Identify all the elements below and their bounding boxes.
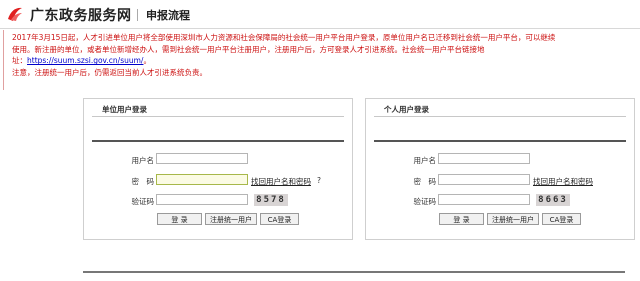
login-button[interactable]: 登 录 <box>439 213 484 225</box>
password-label: 密 码 <box>131 177 155 186</box>
password-input[interactable] <box>156 174 248 185</box>
panel-title: 个人用户登录 <box>384 105 429 114</box>
username-label: 用户名 <box>413 156 437 165</box>
forgot-suffix: ? <box>317 176 321 185</box>
forgot-credentials-link[interactable]: 找回用户名和密码 <box>533 176 593 187</box>
notice-line: 址：https://suum.szsi.gov.cn/suum/。 <box>12 55 632 67</box>
captcha-image[interactable]: 8578 <box>254 194 288 206</box>
header-divider <box>137 9 138 21</box>
panel-divider <box>374 140 626 142</box>
password-input[interactable] <box>438 174 530 185</box>
captcha-image[interactable]: 8663 <box>536 194 570 206</box>
forgot-credentials-link[interactable]: 找回用户名和密码 <box>251 176 311 187</box>
notice-line: 使用。新注册的单位，或者单位新增经办人，需到社会统一用户平台注册用户，注册用户后… <box>12 44 485 54</box>
captcha-input[interactable] <box>438 194 530 205</box>
username-input[interactable] <box>438 153 530 164</box>
panel-divider <box>92 116 344 117</box>
register-button[interactable]: 注册统一用户 <box>487 213 539 225</box>
register-button[interactable]: 注册统一用户 <box>205 213 257 225</box>
panel-divider <box>92 140 344 142</box>
password-label: 密 码 <box>413 177 437 186</box>
notice-side-rule <box>3 30 4 90</box>
suum-link[interactable]: https://suum.szsi.gov.cn/suum/ <box>27 56 143 65</box>
site-name[interactable]: 广东政务服务网 <box>30 5 132 25</box>
notice-line: 注意，注册统一用户后，仍需返回当前人才引进系统负责。 <box>12 67 207 77</box>
unit-login-panel: 单位用户登录 用户名 密 码 找回用户名和密码 ? 验证码 8578 登 录 注… <box>83 98 353 240</box>
logo-icon <box>8 7 22 21</box>
notice-line: 2017年3月15日起，人才引进单位用户将全部使用深圳市人力资源和社会保障局的社… <box>12 33 556 42</box>
notice-url-suffix: 。 <box>143 56 151 66</box>
notice-text: 2017年3月15日起，人才引进单位用户将全部使用深圳市人力资源和社会保障局的社… <box>12 32 632 78</box>
notice-url-prefix: 址： <box>12 56 27 66</box>
site-header: 广东政务服务网 申报流程 <box>0 0 640 28</box>
panel-divider <box>374 116 626 117</box>
login-button[interactable]: 登 录 <box>157 213 202 225</box>
username-input[interactable] <box>156 153 248 164</box>
ca-login-button[interactable]: CA登录 <box>542 213 581 225</box>
panel-title: 单位用户登录 <box>102 105 147 114</box>
username-label: 用户名 <box>131 156 155 165</box>
header-divider-line <box>0 28 640 29</box>
ca-login-button[interactable]: CA登录 <box>260 213 299 225</box>
personal-login-panel: 个人用户登录 用户名 密 码 找回用户名和密码 验证码 8663 登 录 注册统… <box>365 98 635 240</box>
footer-divider <box>83 271 625 273</box>
captcha-input[interactable] <box>156 194 248 205</box>
captcha-label: 验证码 <box>413 197 437 206</box>
page-title: 申报流程 <box>146 9 190 22</box>
captcha-label: 验证码 <box>131 197 155 206</box>
